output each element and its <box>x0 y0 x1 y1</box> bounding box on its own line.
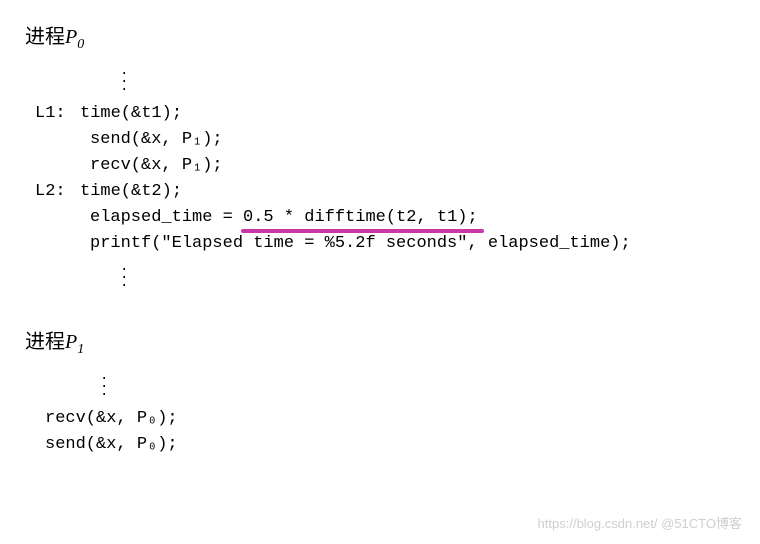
code-line: printf("Elapsed time = %5.2f seconds", e… <box>90 231 735 257</box>
highlighted-underline: 0.5 * difftime(t2, t1); <box>243 205 478 231</box>
code-text: 0.5 * difftime(t2, t1); <box>243 208 478 227</box>
heading-prefix: 进程 <box>25 26 65 48</box>
code-text: elapsed_time = <box>90 208 243 227</box>
heading-sub: 1 <box>77 342 84 357</box>
heading-var: P <box>65 26 77 48</box>
code-line: send(&x, P₀); <box>45 432 735 458</box>
code-text: send(&x, P₀); <box>45 435 178 454</box>
code-line: send(&x, P₁); <box>90 127 735 153</box>
p1-code-block: recv(&x, P₀); send(&x, P₀); <box>45 406 735 458</box>
heading-prefix: 进程 <box>25 331 65 353</box>
heading-sub: 0 <box>77 37 84 52</box>
label-l2: L2: <box>35 179 80 205</box>
process-p1-heading: 进程P1 <box>25 325 735 358</box>
vertical-ellipsis-icon: ... <box>120 257 735 297</box>
vertical-ellipsis-icon: ... <box>100 366 735 406</box>
code-text: recv(&x, P₁); <box>90 156 223 175</box>
code-text: time(&t2); <box>80 182 182 201</box>
p0-code-block: L1:time(&t1); send(&x, P₁); recv(&x, P₁)… <box>35 101 735 257</box>
code-line: L1:time(&t1); <box>35 101 735 127</box>
label-l1: L1: <box>35 101 80 127</box>
code-text: send(&x, P₁); <box>90 130 223 149</box>
code-text: time(&t1); <box>80 104 182 123</box>
code-line: elapsed_time = 0.5 * difftime(t2, t1); <box>90 205 735 231</box>
watermark-text: https://blog.csdn.net/ @51CTO博客 <box>538 513 742 532</box>
code-line: recv(&x, P₀); <box>45 406 735 432</box>
code-text: recv(&x, P₀); <box>45 409 178 428</box>
process-p0-heading: 进程P0 <box>25 20 735 53</box>
code-line: L2:time(&t2); <box>35 179 735 205</box>
vertical-ellipsis-icon: ... <box>120 61 735 101</box>
code-text: printf("Elapsed time = %5.2f seconds", e… <box>90 234 631 253</box>
code-line: recv(&x, P₁); <box>90 153 735 179</box>
heading-var: P <box>65 331 77 353</box>
